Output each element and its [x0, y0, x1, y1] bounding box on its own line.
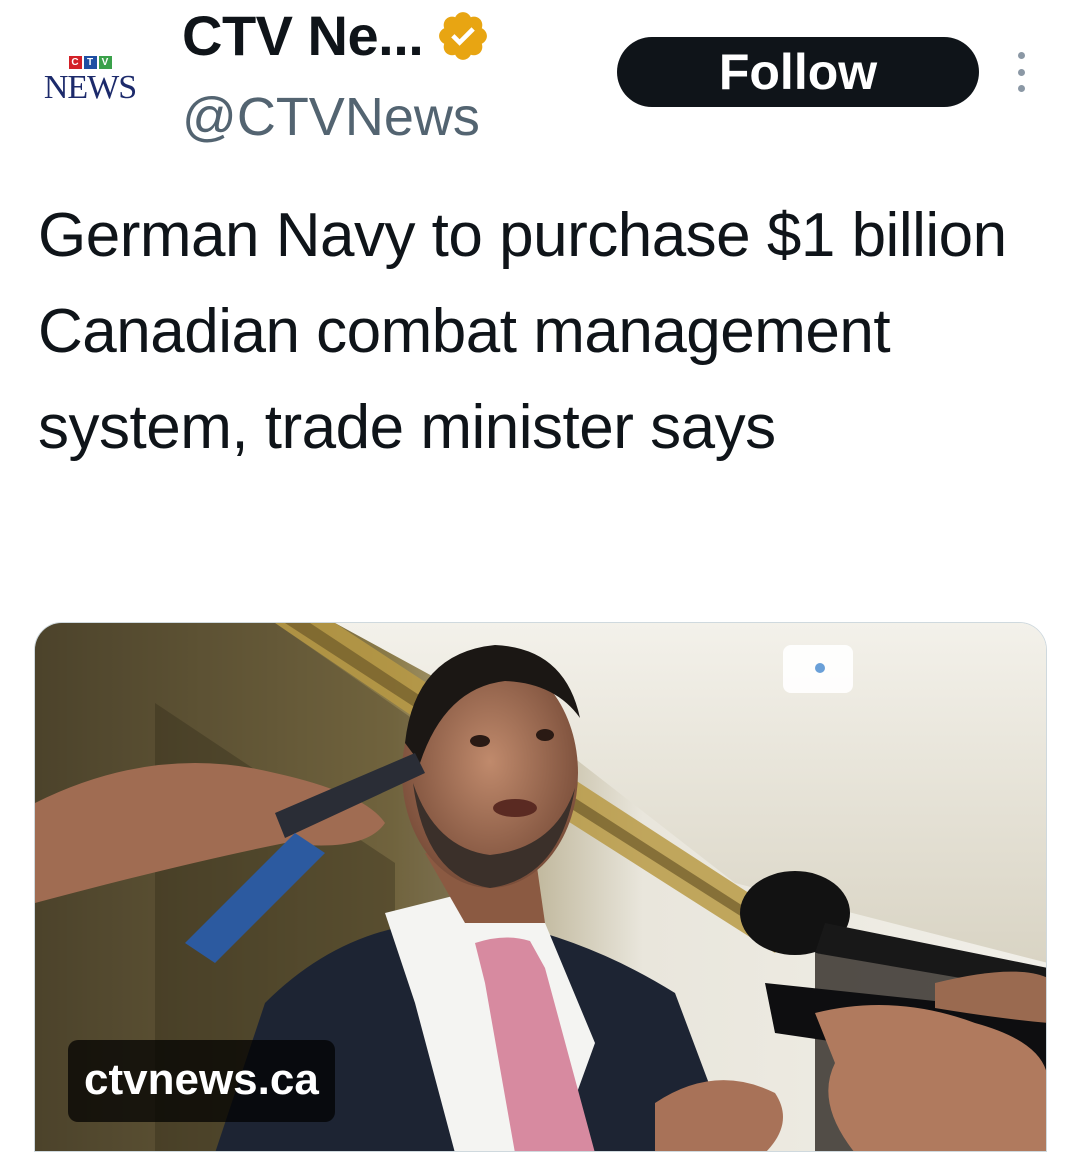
ctv-logo-boxes: C T V	[68, 55, 112, 69]
logo-letter-v: V	[98, 55, 112, 69]
logo-letter-t: T	[83, 55, 97, 69]
logo-word: NEWS	[43, 68, 137, 106]
avatar[interactable]: C T V NEWS	[30, 45, 150, 115]
logo-letter-c: C	[68, 55, 82, 69]
more-vertical-icon[interactable]	[1010, 52, 1032, 92]
display-name-row: CTV Ne...	[182, 8, 491, 64]
tweet-text: German Navy to purchase $1 billion Canad…	[38, 201, 1007, 462]
follow-button[interactable]: Follow	[617, 37, 979, 107]
display-name[interactable]: CTV Ne...	[182, 8, 424, 64]
tweet-header: C T V NEWS CTV Ne... @CTVNews Follow	[0, 0, 1079, 170]
verified-badge-icon[interactable]	[435, 8, 491, 64]
handle[interactable]: @CTVNews	[182, 87, 480, 147]
media-source-label[interactable]: ctvnews.ca	[68, 1040, 335, 1122]
